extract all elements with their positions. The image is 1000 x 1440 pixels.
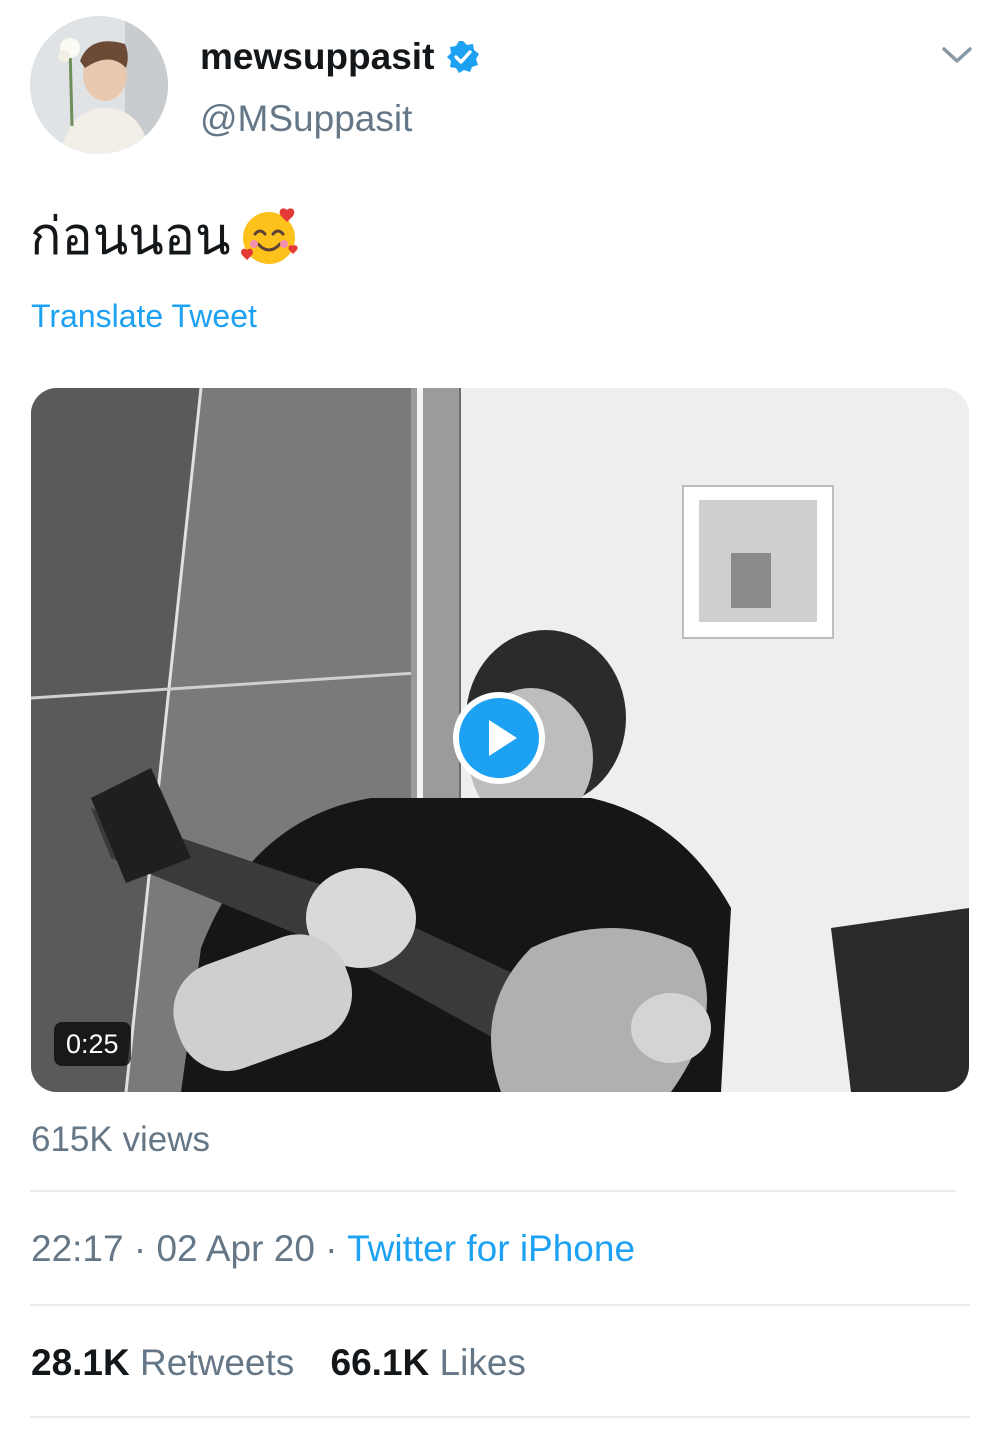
user-handle[interactable]: @MSuppasit bbox=[200, 98, 412, 140]
divider bbox=[30, 1304, 970, 1306]
play-button[interactable] bbox=[451, 690, 547, 786]
likes-count: 66.1K bbox=[330, 1342, 430, 1383]
tweet-stats: 28.1K Retweets 66.1K Likes bbox=[31, 1342, 552, 1384]
tweet-source-link[interactable]: Twitter for iPhone bbox=[347, 1228, 635, 1269]
tweet-date: 02 Apr 20 bbox=[156, 1228, 315, 1269]
avatar[interactable] bbox=[30, 16, 168, 154]
likes-label: Likes bbox=[439, 1342, 526, 1383]
video-duration-badge: 0:25 bbox=[54, 1022, 131, 1066]
retweets-stat[interactable]: 28.1K Retweets bbox=[31, 1342, 305, 1383]
chevron-down-icon[interactable] bbox=[940, 42, 974, 68]
translate-tweet-link[interactable]: Translate Tweet bbox=[31, 298, 257, 335]
tweet-meta: 22:17 · 02 Apr 20 · Twitter for iPhone bbox=[31, 1228, 635, 1270]
tweet-time: 22:17 bbox=[31, 1228, 124, 1269]
display-name-text[interactable]: mewsuppasit bbox=[200, 36, 434, 78]
retweets-count: 28.1K bbox=[31, 1342, 130, 1383]
divider bbox=[30, 1416, 970, 1418]
meta-separator: · bbox=[133, 1228, 147, 1269]
display-name[interactable]: mewsuppasit bbox=[200, 36, 480, 78]
tweet-text: ก่อนนอน bbox=[30, 194, 301, 277]
smiling-face-with-hearts-icon bbox=[237, 204, 301, 268]
view-count: 615K views bbox=[31, 1120, 210, 1159]
tweet-text-content: ก่อนนอน bbox=[30, 207, 231, 267]
play-icon bbox=[453, 692, 545, 784]
meta-separator: · bbox=[325, 1228, 338, 1269]
divider bbox=[30, 1190, 956, 1192]
verified-badge-icon bbox=[446, 40, 480, 74]
likes-stat[interactable]: 66.1K Likes bbox=[331, 1342, 526, 1383]
retweets-label: Retweets bbox=[140, 1342, 295, 1383]
